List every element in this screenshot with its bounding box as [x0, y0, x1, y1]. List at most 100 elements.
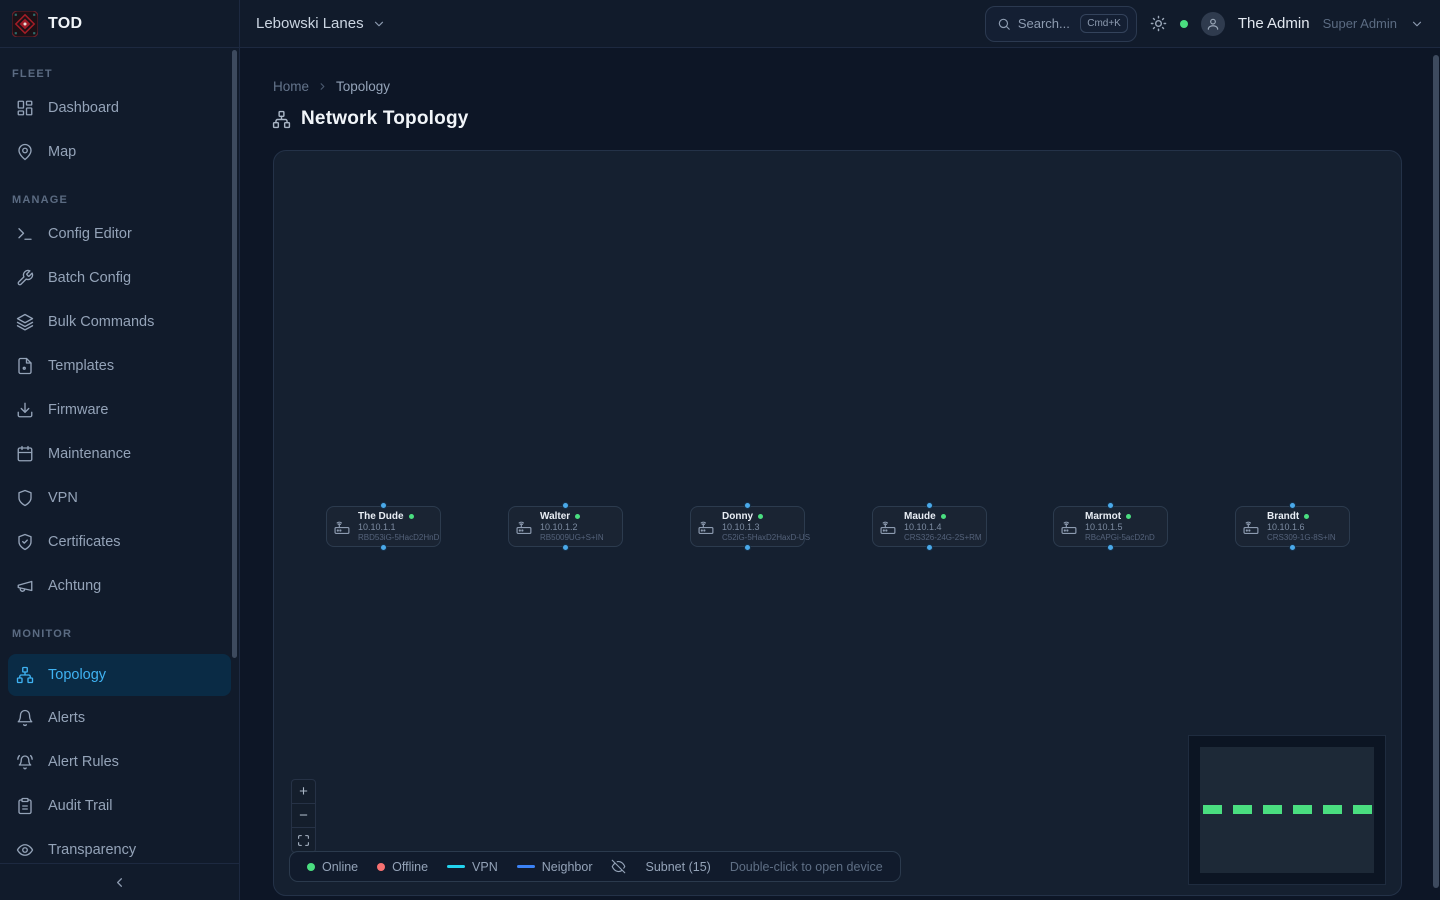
sidebar-item-maintenance[interactable]: Maintenance: [8, 440, 231, 468]
bell-icon: [16, 709, 34, 727]
connection-handle[interactable]: [1289, 544, 1296, 551]
breadcrumb-home-link[interactable]: Home: [273, 79, 309, 94]
legend-hint: Double-click to open device: [730, 860, 883, 874]
sidebar-item-label: Bulk Commands: [48, 314, 154, 330]
user-role: Super Admin: [1323, 16, 1397, 31]
device-name: Marmot: [1085, 511, 1121, 522]
sidebar-item-label: Dashboard: [48, 100, 119, 116]
connection-handle[interactable]: [744, 502, 751, 509]
logo-text: TOD: [48, 15, 82, 33]
sidebar-item-transparency[interactable]: Transparency: [8, 836, 231, 858]
shield-icon: [16, 489, 34, 507]
sidebar-item-label: VPN: [48, 490, 78, 506]
global-search[interactable]: Cmd+K: [985, 6, 1137, 42]
device-node-brandt[interactable]: Brandt 10.10.1.6 CRS309-1G-8S+IN: [1235, 506, 1350, 547]
sidebar-item-certificates[interactable]: Certificates: [8, 528, 231, 556]
sidebar-item-templates[interactable]: Templates: [8, 352, 231, 380]
section-label-monitor: MONITOR: [0, 616, 239, 654]
connection-handle[interactable]: [1107, 544, 1114, 551]
connection-handle[interactable]: [1289, 502, 1296, 509]
sidebar-item-map[interactable]: Map: [8, 138, 231, 166]
sidebar-item-dashboard[interactable]: Dashboard: [8, 94, 231, 122]
device-node-maude[interactable]: Maude 10.10.1.4 CRS326-24G-2S+RM: [872, 506, 987, 547]
minimap[interactable]: [1188, 735, 1386, 885]
legend-vpn: VPN: [447, 860, 498, 874]
user-menu-button[interactable]: [1410, 17, 1424, 31]
connection-handle[interactable]: [1107, 502, 1114, 509]
theme-toggle-button[interactable]: [1150, 15, 1167, 32]
sidebar-item-label: Config Editor: [48, 226, 132, 242]
device-name: Walter: [540, 511, 570, 522]
org-name: Lebowski Lanes: [256, 15, 364, 32]
sidebar-item-alert-rules[interactable]: Alert Rules: [8, 748, 231, 776]
connection-handle[interactable]: [380, 502, 387, 509]
app-logo: TOD: [0, 0, 240, 48]
device-ip: 10.10.1.1: [358, 522, 439, 533]
calendar-icon: [16, 445, 34, 463]
page-scrollbar[interactable]: [1433, 55, 1439, 888]
connection-handle[interactable]: [926, 544, 933, 551]
connection-handle[interactable]: [744, 544, 751, 551]
device-node-walter[interactable]: Walter 10.10.1.2 RB5009UG+S+IN: [508, 506, 623, 547]
connection-handle[interactable]: [562, 544, 569, 551]
sidebar-collapse-button[interactable]: [0, 863, 239, 900]
sidebar-item-bulk-commands[interactable]: Bulk Commands: [8, 308, 231, 336]
sidebar-item-label: Firmware: [48, 402, 108, 418]
online-status-dot: [758, 514, 763, 519]
sidebar-item-audit-trail[interactable]: Audit Trail: [8, 792, 231, 820]
minimap-node: [1203, 805, 1222, 814]
org-switcher[interactable]: Lebowski Lanes: [256, 15, 386, 32]
legend-neighbor: Neighbor: [517, 860, 593, 874]
sidebar-item-vpn[interactable]: VPN: [8, 484, 231, 512]
sidebar-item-alerts[interactable]: Alerts: [8, 704, 231, 732]
sidebar-item-label: Alerts: [48, 710, 85, 726]
sidebar-item-batch-config[interactable]: Batch Config: [8, 264, 231, 292]
section-label-manage: MANAGE: [0, 182, 239, 220]
device-node-donny[interactable]: Donny 10.10.1.3 C52iG-5HaxD2HaxD-US: [690, 506, 805, 547]
subnet-visibility-toggle[interactable]: [611, 859, 626, 874]
zoom-in-button[interactable]: +: [292, 780, 315, 804]
zoom-out-button[interactable]: −: [292, 804, 315, 828]
minimap-node: [1263, 805, 1282, 814]
shield-check-icon: [16, 533, 34, 551]
online-dot: [307, 863, 315, 871]
wrench-icon: [16, 269, 34, 287]
sidebar-item-config-editor[interactable]: Config Editor: [8, 220, 231, 248]
sidebar-item-topology[interactable]: Topology: [8, 654, 231, 696]
megaphone-icon: [16, 577, 34, 595]
chevron-left-icon: [112, 875, 127, 890]
chevron-down-icon: [372, 17, 386, 31]
topology-canvas[interactable]: The Dude 10.10.1.1 RBD53iG-5HacD2HnD Wal…: [273, 150, 1402, 896]
avatar[interactable]: [1201, 12, 1225, 36]
legend-subnet-count: Subnet (15): [645, 860, 710, 874]
minimap-node: [1293, 805, 1312, 814]
vpn-line-swatch: [447, 865, 465, 868]
neighbor-line-swatch: [517, 865, 535, 868]
fit-view-icon: [297, 834, 310, 847]
fit-view-button[interactable]: [292, 828, 315, 852]
online-status-dot: [575, 514, 580, 519]
sidebar-scrollbar[interactable]: [232, 50, 237, 658]
sidebar-item-achtung[interactable]: Achtung: [8, 572, 231, 600]
router-icon: [1061, 518, 1078, 535]
sidebar-item-label: Transparency: [48, 842, 136, 858]
device-node-marmot[interactable]: Marmot 10.10.1.5 RBcAPGi-5acD2nD: [1053, 506, 1168, 547]
router-icon: [880, 518, 897, 535]
connection-handle[interactable]: [562, 502, 569, 509]
search-input[interactable]: [1018, 16, 1073, 31]
search-icon: [997, 17, 1011, 31]
device-ip: 10.10.1.2: [540, 522, 604, 533]
device-node-the-dude[interactable]: The Dude 10.10.1.1 RBD53iG-5HacD2HnD: [326, 506, 441, 547]
network-topology-icon: [16, 666, 34, 684]
file-icon: [16, 357, 34, 375]
connection-handle[interactable]: [926, 502, 933, 509]
device-name: Donny: [722, 511, 753, 522]
network-topology-icon: [272, 110, 291, 129]
device-ip: 10.10.1.4: [904, 522, 982, 533]
sidebar-item-label: Batch Config: [48, 270, 131, 286]
top-bar: TOD Lebowski Lanes Cmd+K The Admin Super…: [0, 0, 1440, 48]
sidebar-item-label: Alert Rules: [48, 754, 119, 770]
breadcrumb: Home Topology: [273, 79, 390, 94]
connection-handle[interactable]: [380, 544, 387, 551]
sidebar-item-firmware[interactable]: Firmware: [8, 396, 231, 424]
